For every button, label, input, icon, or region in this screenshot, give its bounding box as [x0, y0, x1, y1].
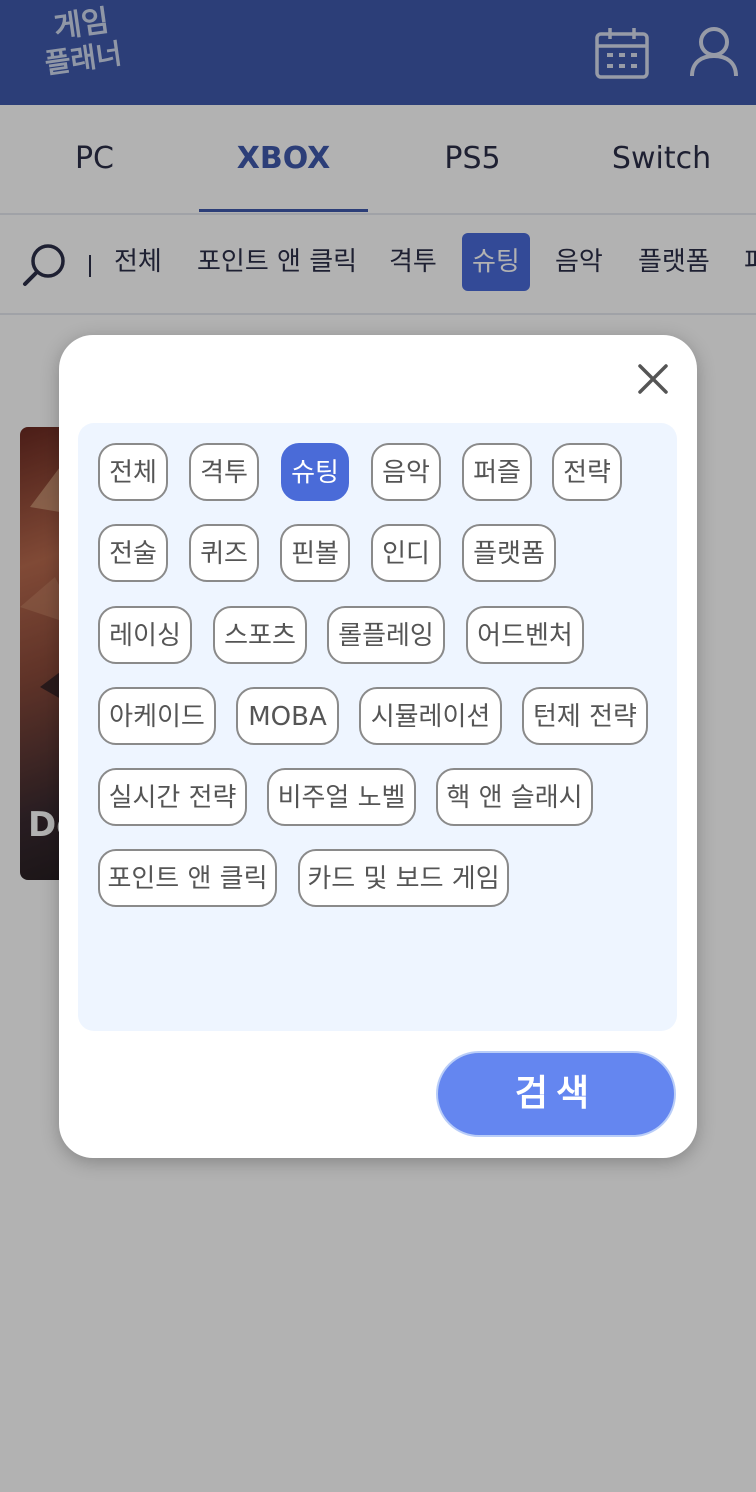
genre-option-tactics[interactable]: 전술: [98, 524, 168, 582]
genre-option-racing[interactable]: 레이싱: [98, 606, 192, 664]
genre-option-quiz[interactable]: 퀴즈: [189, 524, 259, 582]
genre-option-rpg[interactable]: 롤플레잉: [327, 606, 445, 664]
genre-chip-area: 전체 격투 슈팅 음악 퍼즐 전략 전술 퀴즈 핀볼 인디 플랫폼 레이싱 스포…: [78, 423, 677, 1031]
genre-option-moba[interactable]: MOBA: [236, 687, 339, 745]
genre-option-fighting[interactable]: 격투: [189, 443, 259, 501]
genre-option-strategy[interactable]: 전략: [552, 443, 622, 501]
genre-option-pinball[interactable]: 핀볼: [280, 524, 350, 582]
genre-option-turn-based-strategy[interactable]: 턴제 전략: [522, 687, 648, 745]
genre-option-card-and-board[interactable]: 카드 및 보드 게임: [298, 849, 509, 907]
genre-option-puzzle[interactable]: 퍼즐: [462, 443, 532, 501]
genre-option-simulation[interactable]: 시뮬레이션: [359, 687, 502, 745]
genre-option-adventure[interactable]: 어드벤처: [466, 606, 584, 664]
genre-option-real-time-strategy[interactable]: 실시간 전략: [98, 768, 247, 826]
genre-option-sports[interactable]: 스포츠: [213, 606, 307, 664]
close-icon[interactable]: [635, 361, 671, 397]
genre-option-all[interactable]: 전체: [98, 443, 168, 501]
genre-option-platformer[interactable]: 플랫폼: [462, 524, 556, 582]
genre-option-arcade[interactable]: 아케이드: [98, 687, 216, 745]
genre-filter-modal: 전체 격투 슈팅 음악 퍼즐 전략 전술 퀴즈 핀볼 인디 플랫폼 레이싱 스포…: [59, 335, 697, 1158]
genre-option-music[interactable]: 음악: [371, 443, 441, 501]
search-button[interactable]: 검색: [436, 1051, 676, 1137]
genre-option-indie[interactable]: 인디: [371, 524, 441, 582]
genre-option-visual-novel[interactable]: 비주얼 노벨: [267, 768, 416, 826]
genre-option-hack-and-slash[interactable]: 핵 앤 슬래시: [436, 768, 593, 826]
genre-option-point-and-click[interactable]: 포인트 앤 클릭: [98, 849, 277, 907]
genre-option-shooting[interactable]: 슈팅: [281, 443, 349, 501]
